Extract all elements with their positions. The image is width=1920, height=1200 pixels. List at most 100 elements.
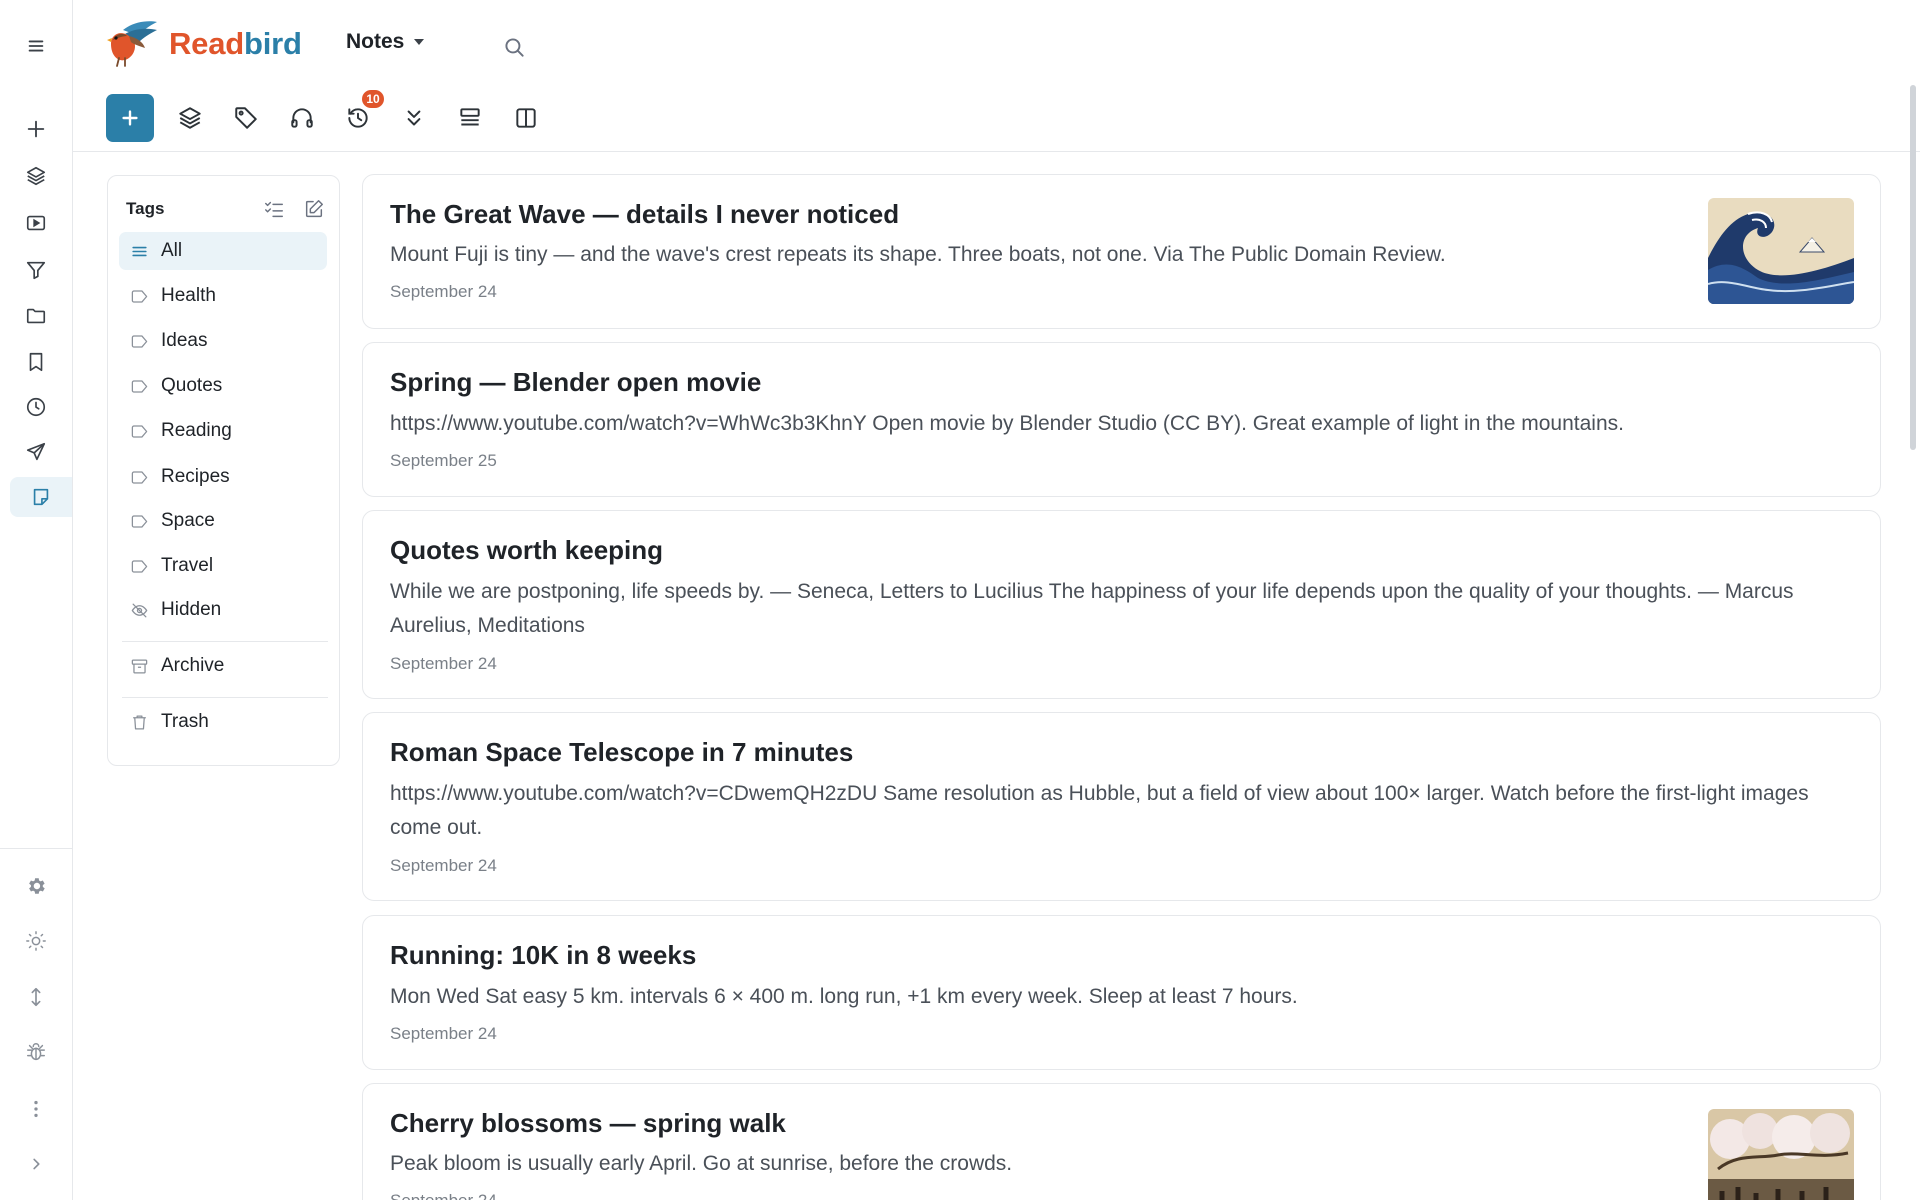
note-title: The Great Wave — details I never noticed: [390, 199, 900, 229]
note-body: Peak bloom is usually early April. Go at…: [390, 1152, 1013, 1175]
toolbar: 10: [106, 90, 548, 142]
app-logo[interactable]: Readbird: [103, 18, 302, 70]
split-view-button[interactable]: [504, 96, 548, 140]
logo-text-read: Read: [169, 26, 245, 61]
list-icon: [132, 246, 147, 256]
note-date: September 24: [390, 1191, 497, 1200]
folder-icon[interactable]: [11, 296, 61, 336]
note-date: September 24: [390, 1024, 497, 1043]
archive-label: Archive: [161, 655, 225, 676]
search-icon[interactable]: [501, 34, 527, 60]
tag-item-recipes[interactable]: Recipes: [119, 458, 327, 496]
checklist-icon[interactable]: [263, 198, 285, 220]
note-date: September 24: [390, 282, 497, 301]
note-card[interactable]: Cherry blossoms — spring walk Peak bloom…: [362, 1083, 1881, 1200]
note-date: September 25: [390, 451, 497, 470]
bird-logo-icon: [107, 21, 157, 67]
tag-button[interactable]: [224, 96, 268, 140]
trash-icon: [133, 715, 146, 729]
tags-panel: Tags All Health Ideas Quotes Reading Rec…: [107, 175, 340, 766]
note-card[interactable]: Roman Space Telescope in 7 minutes https…: [362, 712, 1881, 901]
layers-icon[interactable]: [11, 156, 61, 196]
left-rail: [0, 0, 73, 1200]
menu-icon[interactable]: [11, 26, 61, 66]
tag-item-label: Space: [161, 510, 215, 531]
note-card[interactable]: Spring — Blender open movie https://www.…: [362, 342, 1881, 497]
note-card[interactable]: Quotes worth keeping While we are postpo…: [362, 510, 1881, 699]
tag-item-quotes[interactable]: Quotes: [119, 367, 327, 405]
settings-gear-icon[interactable]: [11, 866, 61, 906]
history-icon: [348, 108, 368, 128]
archive-item[interactable]: Archive: [119, 647, 327, 685]
scrollbar-thumb[interactable]: [1910, 85, 1916, 450]
rail-divider: [0, 848, 73, 849]
tag-item-label: Quotes: [161, 375, 223, 396]
add-icon[interactable]: [11, 109, 61, 149]
tag-icon: [131, 379, 148, 393]
filter-icon[interactable]: [11, 250, 61, 290]
tag-item-label: Hidden: [161, 599, 222, 620]
edit-icon[interactable]: [303, 198, 325, 220]
note-card[interactable]: The Great Wave — details I never noticed…: [362, 174, 1881, 329]
tag-item-label: Travel: [161, 555, 214, 576]
note-card[interactable]: Running: 10K in 8 weeks Mon Wed Sat easy…: [362, 915, 1881, 1070]
send-icon[interactable]: [11, 432, 61, 472]
note-title: Running: 10K in 8 weeks: [390, 940, 697, 970]
tag-item-label: Reading: [161, 420, 232, 441]
tag-item-hidden[interactable]: Hidden: [119, 591, 327, 629]
tags-panel-title: Tags: [126, 199, 165, 218]
note-thumbnail: [1708, 198, 1854, 304]
note-title: Spring — Blender open movie: [390, 367, 762, 397]
tags-panel-header: Tags: [126, 194, 325, 224]
note-title: Roman Space Telescope in 7 minutes: [390, 737, 854, 767]
more-vertical-icon[interactable]: [11, 1089, 61, 1129]
trash-item[interactable]: Trash: [119, 703, 327, 741]
bug-icon[interactable]: [11, 1032, 61, 1072]
chevron-right-icon[interactable]: [11, 1144, 61, 1184]
tag-icon: [131, 559, 148, 573]
sort-vertical-icon[interactable]: [11, 977, 61, 1017]
tag-item-travel[interactable]: Travel: [119, 547, 327, 585]
caret-down-icon: [414, 39, 425, 45]
note-title: Quotes worth keeping: [390, 535, 664, 565]
tag-item-space[interactable]: Space: [119, 502, 327, 540]
tag-item-label: All: [161, 240, 183, 261]
tag-item-health[interactable]: Health: [119, 277, 327, 315]
list-view-button[interactable]: [448, 96, 492, 140]
tag-item-all[interactable]: All: [119, 232, 327, 270]
tag-item-ideas[interactable]: Ideas: [119, 322, 327, 360]
layers-icon: [179, 107, 201, 129]
clock-icon[interactable]: [11, 387, 61, 427]
logo-text-bird: bird: [244, 26, 302, 61]
tag-icon: [235, 107, 257, 129]
view-selector-label: Notes: [346, 30, 405, 53]
headphones-icon: [291, 108, 313, 128]
tag-item-reading[interactable]: Reading: [119, 412, 327, 450]
columns-icon: [516, 108, 536, 128]
tag-icon: [131, 424, 148, 438]
archive-icon: [131, 659, 148, 673]
tag-item-label: Recipes: [161, 466, 230, 487]
tag-icon: [131, 334, 148, 348]
stack-button[interactable]: [168, 96, 212, 140]
note-thumbnail: [1708, 1109, 1854, 1200]
chevrons-down-icon: [407, 110, 421, 126]
history-button[interactable]: 10: [336, 90, 384, 140]
note-date: September 24: [390, 654, 497, 673]
add-note-button[interactable]: [106, 94, 154, 142]
bookmark-icon[interactable]: [11, 342, 61, 382]
note-body: Mon Wed Sat easy 5 km. intervals 6 × 400…: [390, 985, 1298, 1008]
sun-icon[interactable]: [11, 921, 61, 961]
eye-off-icon: [131, 603, 148, 617]
collapse-button[interactable]: [392, 96, 436, 140]
note-date: September 24: [390, 856, 497, 875]
notes-icon[interactable]: [10, 477, 72, 517]
trash-label: Trash: [161, 711, 209, 732]
great-wave-image: [1708, 198, 1854, 304]
note-title: Cherry blossoms — spring walk: [390, 1108, 786, 1138]
note-body: https://www.youtube.com/watch?v=CDwemQH2…: [390, 782, 1809, 839]
video-icon[interactable]: [11, 203, 61, 243]
listen-button[interactable]: [280, 96, 324, 140]
view-selector[interactable]: Notes: [346, 30, 425, 54]
tag-icon: [131, 289, 148, 303]
